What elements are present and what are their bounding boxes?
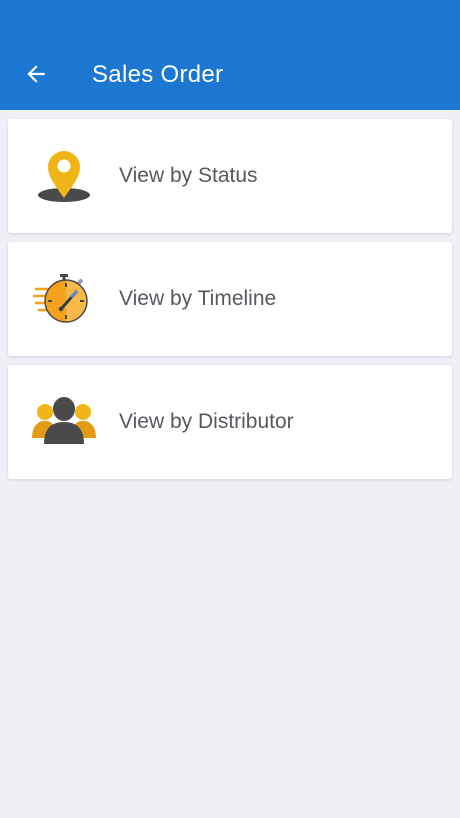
menu-item-view-by-timeline[interactable]: View by Timeline	[8, 242, 452, 356]
menu-item-label: View by Distributor	[119, 410, 294, 433]
menu-item-view-by-status[interactable]: View by Status	[8, 119, 452, 233]
page-title: Sales Order	[92, 61, 224, 88]
app-bar: Sales Order	[0, 0, 460, 110]
menu-item-label: View by Status	[119, 164, 258, 187]
back-button[interactable]	[20, 58, 52, 90]
map-pin-icon	[30, 142, 98, 210]
menu-list: View by Status View by Timeline View by …	[8, 119, 452, 488]
sales-order-screen: Sales Order View by Status View by Timel…	[0, 0, 460, 818]
arrow-left-icon	[27, 65, 45, 83]
menu-item-label: View by Timeline	[119, 287, 277, 310]
stopwatch-icon	[30, 265, 98, 333]
users-group-icon	[30, 388, 98, 456]
menu-item-view-by-distributor[interactable]: View by Distributor	[8, 365, 452, 479]
